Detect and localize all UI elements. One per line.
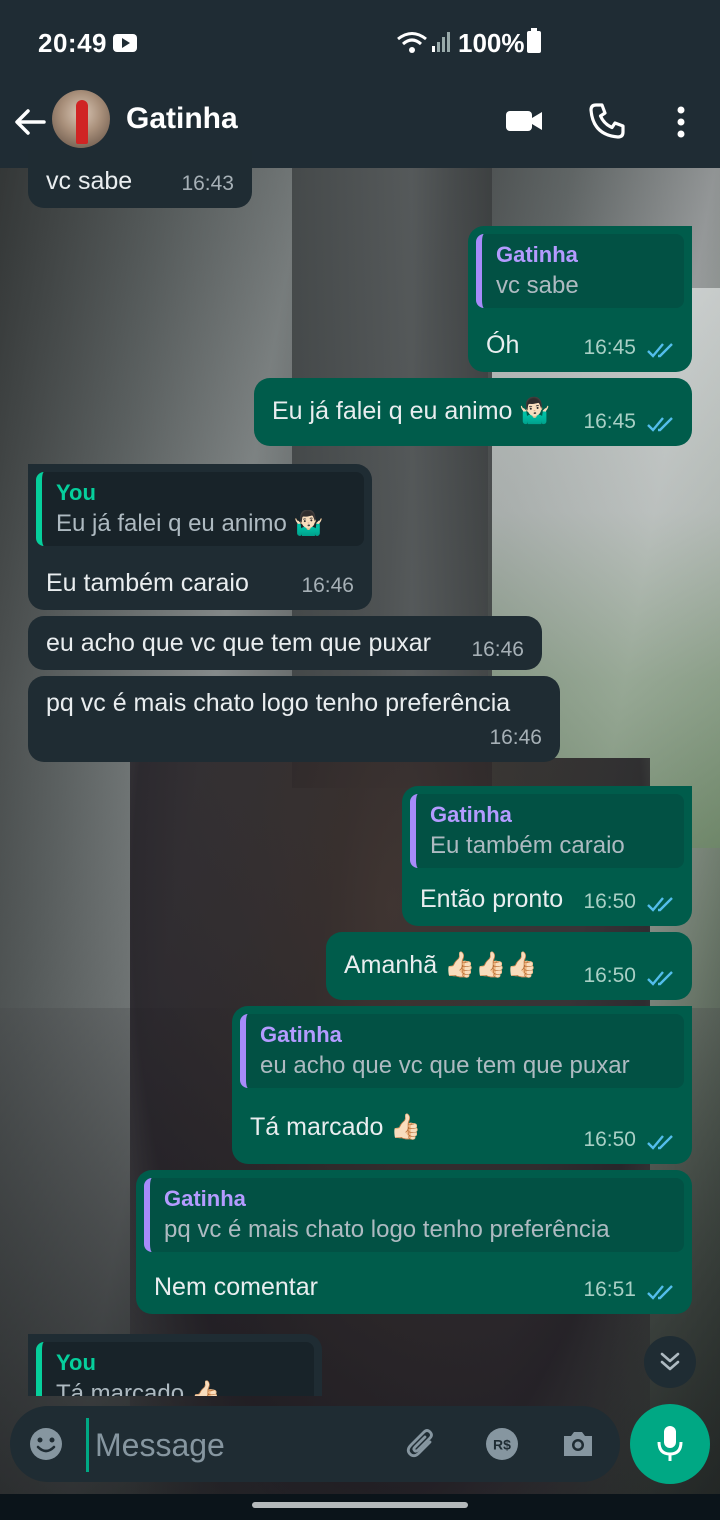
quote-author: You [56,480,96,505]
phone-icon[interactable] [588,102,626,140]
more-vert-icon[interactable] [670,102,692,142]
message-text: vc sabe [46,167,133,195]
read-ticks-icon [647,343,673,358]
quote-text: Eu já falei q eu animo 🤷🏻‍♂️ [56,510,324,537]
battery-level: 100% [458,28,525,58]
signal-icon [432,32,450,52]
message-incoming[interactable]: pq vc é mais chato logo tenho preferênci… [28,676,560,762]
quoted-message[interactable]: Gatinha Eu também caraio [410,794,684,868]
message-text: pq vc é mais chato logo tenho preferênci… [46,689,511,717]
message-time: 16:50 [583,963,636,987]
message-text: Tá marcado 👍🏻 [250,1113,422,1141]
status-bar: 20:49 100% [0,0,720,86]
message-outgoing[interactable]: Gatinha vc sabe Óh 16:45 [468,226,692,372]
message-time: 16:46 [489,725,542,749]
quote-author: Gatinha [260,1022,342,1047]
message-outgoing[interactable]: Amanhã 👍🏻👍🏻👍🏻 16:50 [326,932,692,1000]
message-incoming[interactable]: vc sabe 16:43 [28,150,252,208]
quoted-message[interactable]: Gatinha eu acho que vc que tem que puxar [240,1014,684,1088]
message-outgoing[interactable]: Eu já falei q eu animo 🤷🏻‍♂️ 16:45 [254,378,692,446]
svg-text:R$: R$ [493,1437,511,1453]
message-incoming[interactable]: eu acho que vc que tem que puxar 16:46 [28,616,542,670]
wifi-icon [397,32,427,53]
message-text: Óh [486,331,520,359]
read-ticks-icon [647,1135,673,1150]
message-text: Nem comentar [154,1273,318,1301]
quote-author: Gatinha [430,802,512,827]
quote-text: Eu também caraio [430,832,625,859]
message-text: Então pronto [420,885,564,913]
quoted-message[interactable]: You Tá marcado 👍🏻 [36,1342,314,1396]
message-time: 16:46 [301,573,354,597]
message-time: 16:46 [471,637,524,661]
home-handle[interactable] [252,1502,468,1508]
message-outgoing[interactable]: Gatinha Eu também caraio Então pronto 16… [402,786,692,926]
quote-text: eu acho que vc que tem que puxar [260,1052,630,1079]
chevron-double-down-icon [660,1352,680,1371]
message-text: Eu já falei q eu animo 🤷🏻‍♂️ [272,397,551,425]
message-incoming[interactable]: You Tá marcado 👍🏻 [28,1334,322,1396]
read-ticks-icon [647,417,673,432]
quote-text: vc sabe [496,272,579,299]
message-time: 16:45 [583,409,636,433]
read-ticks-icon [647,971,673,986]
contact-name[interactable]: Gatinha [126,102,238,136]
message-input[interactable] [86,1418,397,1472]
quoted-message[interactable]: Gatinha vc sabe [476,234,684,308]
system-nav-bar [0,1494,720,1520]
message-outgoing[interactable]: Gatinha eu acho que vc que tem que puxar… [232,1006,692,1164]
video-call-icon[interactable] [504,106,544,136]
back-arrow-icon[interactable] [12,104,48,140]
message-incoming[interactable]: You Eu já falei q eu animo 🤷🏻‍♂️ Eu tamb… [28,464,372,610]
message-text: Eu também caraio [46,569,249,597]
emoji-icon[interactable] [28,1426,64,1462]
avatar[interactable] [52,90,110,148]
read-ticks-icon [647,1285,673,1300]
read-ticks-icon [647,897,673,912]
youtube-icon [113,34,137,52]
status-time: 20:49 [38,28,107,58]
payment-icon[interactable]: R$ [484,1426,520,1462]
quoted-message[interactable]: You Eu já falei q eu animo 🤷🏻‍♂️ [36,472,364,546]
quote-author: You [56,1350,96,1375]
battery-icon [527,28,541,53]
quoted-message[interactable]: Gatinha pq vc é mais chato logo tenho pr… [144,1178,684,1252]
message-text: Amanhã 👍🏻👍🏻👍🏻 [344,951,538,979]
message-time: 16:50 [583,1127,636,1151]
quote-author: Gatinha [496,242,578,267]
scroll-to-bottom-button[interactable] [644,1336,696,1388]
quote-text: Tá marcado 👍🏻 [56,1380,221,1396]
mic-icon [657,1426,683,1461]
message-time: 16:51 [583,1277,636,1301]
quote-text: pq vc é mais chato logo tenho preferênci… [164,1216,610,1243]
message-outgoing[interactable]: Gatinha pq vc é mais chato logo tenho pr… [136,1170,692,1314]
voice-message-button[interactable] [630,1404,710,1484]
quote-author: Gatinha [164,1186,246,1211]
attach-icon[interactable] [404,1426,440,1462]
message-time: 16:50 [583,889,636,913]
composer-bar: R$ [10,1406,620,1482]
message-time: 16:43 [181,171,234,195]
camera-icon[interactable] [560,1426,596,1462]
message-time: 16:45 [583,335,636,359]
message-text: eu acho que vc que tem que puxar [46,629,431,657]
